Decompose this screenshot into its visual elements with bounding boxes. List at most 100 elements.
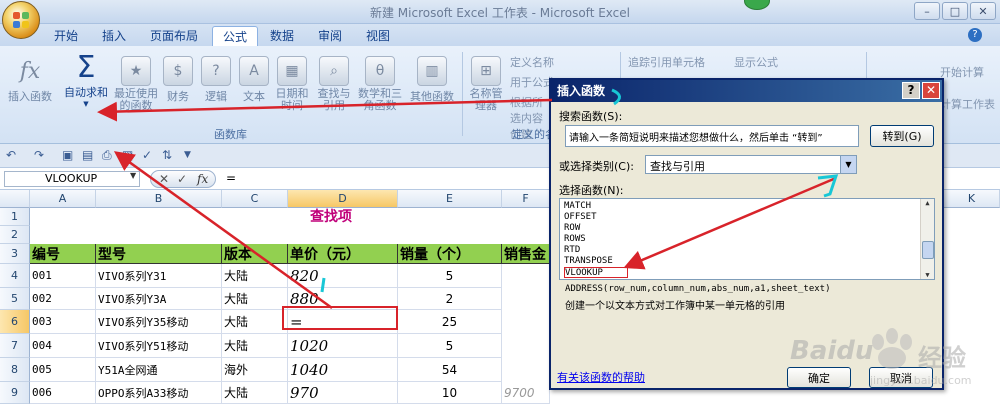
search-function-input[interactable]: 请输入一条简短说明来描述您想做什么，然后单击 “转到” bbox=[565, 125, 859, 147]
cell-model[interactable]: Y51A全网通 bbox=[96, 358, 222, 382]
column-header-k[interactable]: K bbox=[944, 190, 1000, 208]
logical-button[interactable]: ? 逻辑 bbox=[200, 56, 232, 104]
scroll-down-icon[interactable]: ▼ bbox=[921, 271, 934, 279]
spelling-icon[interactable]: ✓ bbox=[142, 148, 152, 162]
calculate-now-button[interactable]: 开始计算 bbox=[940, 64, 984, 80]
function-list[interactable]: MATCH OFFSET ROW ROWS RTD TRANSPOSE VLOO… bbox=[559, 198, 935, 280]
cell-version[interactable]: 大陆 bbox=[222, 264, 288, 288]
row-header-7[interactable]: 7 bbox=[0, 334, 30, 358]
cell-model[interactable]: VIVO系列Y3A bbox=[96, 288, 222, 310]
cell-id[interactable]: 003 bbox=[30, 310, 96, 334]
function-help-link[interactable]: 有关该函数的帮助 bbox=[557, 369, 645, 385]
row-header-6[interactable]: 6 bbox=[0, 310, 30, 334]
cell-id[interactable]: 002 bbox=[30, 288, 96, 310]
row-header-5[interactable]: 5 bbox=[0, 288, 30, 310]
function-item-transpose[interactable]: TRANSPOSE bbox=[564, 256, 930, 267]
lookup-button[interactable]: ⌕ 查找与引用 bbox=[314, 56, 354, 112]
cell-price[interactable]: 820 bbox=[288, 264, 398, 288]
dialog-help-button[interactable]: ? bbox=[902, 82, 920, 99]
function-item-match[interactable]: MATCH bbox=[564, 201, 930, 212]
column-header-b[interactable]: B bbox=[96, 190, 222, 208]
row-header-9[interactable]: 9 bbox=[0, 382, 30, 404]
define-name-button[interactable]: 定义名称 bbox=[510, 54, 554, 70]
trace-precedents-button[interactable]: 追踪引用单元格 bbox=[628, 54, 705, 70]
row-header-4[interactable]: 4 bbox=[0, 264, 30, 288]
cell-version[interactable]: 海外 bbox=[222, 358, 288, 382]
cell-version[interactable]: 大陆 bbox=[222, 334, 288, 358]
function-item-offset[interactable]: OFFSET bbox=[564, 212, 930, 223]
row-header-2[interactable]: 2 bbox=[0, 226, 30, 244]
print-icon[interactable]: ⎙ bbox=[102, 148, 112, 163]
cell-price[interactable]: 1020 bbox=[288, 334, 398, 358]
tab-review[interactable]: 审阅 bbox=[308, 26, 352, 46]
cell-id[interactable]: 004 bbox=[30, 334, 96, 358]
recent-functions-button[interactable]: ★ 最近使用的函数 bbox=[112, 56, 160, 112]
open-icon[interactable]: ▤ bbox=[82, 148, 93, 162]
column-header-c[interactable]: C bbox=[222, 190, 288, 208]
preview-icon[interactable]: ▧ bbox=[122, 148, 133, 162]
help-icon[interactable]: ? bbox=[968, 28, 982, 42]
office-button[interactable] bbox=[2, 1, 40, 39]
cell-price[interactable]: 970 bbox=[288, 382, 398, 404]
cancel-formula-icon[interactable]: ✕ bbox=[159, 172, 169, 186]
datetime-button[interactable]: ▦ 日期和时间 bbox=[272, 56, 312, 112]
function-list-scrollbar[interactable]: ▲ ▼ bbox=[920, 199, 934, 279]
financial-button[interactable]: $ 财务 bbox=[162, 56, 194, 104]
scroll-up-icon[interactable]: ▲ bbox=[921, 199, 934, 207]
use-in-formula-button[interactable]: 用于公式 bbox=[510, 74, 554, 90]
tab-data[interactable]: 数据 bbox=[260, 26, 304, 46]
tab-home[interactable]: 开始 bbox=[44, 26, 88, 46]
partial-sales-cell[interactable]: 9700 bbox=[502, 382, 550, 404]
function-item-vlookup[interactable]: VLOOKUP bbox=[564, 267, 628, 278]
header-cell-price[interactable]: 单价（元） bbox=[288, 244, 398, 264]
cell-quantity[interactable]: 2 bbox=[398, 288, 502, 310]
cell-version[interactable]: 大陆 bbox=[222, 310, 288, 334]
column-header-d[interactable]: D bbox=[288, 190, 398, 208]
tab-formulas[interactable]: 公式 bbox=[212, 26, 259, 46]
name-manager-button[interactable]: ⊞ 名称管理器 bbox=[466, 56, 506, 112]
name-box[interactable]: VLOOKUP bbox=[4, 171, 140, 187]
show-formulas-button[interactable]: 显示公式 bbox=[734, 54, 778, 70]
tab-view[interactable]: 视图 bbox=[356, 26, 400, 46]
cell-quantity[interactable]: 10 bbox=[398, 382, 502, 404]
function-item-rtd[interactable]: RTD bbox=[564, 245, 930, 256]
save-icon[interactable]: ▣ bbox=[62, 148, 73, 162]
name-box-dropdown-icon[interactable]: ▼ bbox=[130, 171, 136, 180]
cell-id[interactable]: 001 bbox=[30, 264, 96, 288]
header-cell-version[interactable]: 版本 bbox=[222, 244, 288, 264]
minimize-button[interactable]: – bbox=[914, 2, 940, 20]
row-header-1[interactable]: 1 bbox=[0, 208, 30, 226]
row-header-3[interactable]: 3 bbox=[0, 244, 30, 264]
sheet-title-cell[interactable]: 查找项 bbox=[186, 208, 476, 226]
go-button[interactable]: 转到(G) bbox=[870, 125, 934, 147]
category-dropdown-icon[interactable]: ▼ bbox=[840, 156, 856, 173]
tab-page-layout[interactable]: 页面布局 bbox=[140, 26, 208, 46]
cell-version[interactable]: 大陆 bbox=[222, 382, 288, 404]
cell-model[interactable]: VIVO系列Y35移动 bbox=[96, 310, 222, 334]
category-select[interactable]: 查找与引用 ▼ bbox=[645, 155, 857, 174]
header-cell-quantity[interactable]: 销量（个） bbox=[398, 244, 502, 264]
cell-id[interactable]: 006 bbox=[30, 382, 96, 404]
cell-version[interactable]: 大陆 bbox=[222, 288, 288, 310]
select-all-corner[interactable] bbox=[0, 190, 30, 208]
cell-quantity[interactable]: 54 bbox=[398, 358, 502, 382]
cell-model[interactable]: OPPO系列A33移动 bbox=[96, 382, 222, 404]
row-header-8[interactable]: 8 bbox=[0, 358, 30, 382]
scroll-thumb[interactable] bbox=[922, 241, 934, 259]
other-functions-button[interactable]: ▥ 其他函数 bbox=[406, 56, 458, 104]
customize-toolbar-icon[interactable]: ▼ bbox=[184, 150, 191, 160]
cell-model[interactable]: VIVO系列Y51移动 bbox=[96, 334, 222, 358]
cell-quantity[interactable]: 5 bbox=[398, 334, 502, 358]
sort-icon[interactable]: ⇅ bbox=[162, 148, 172, 162]
autosum-button[interactable]: Σ 自动求和 ▼ bbox=[60, 50, 112, 109]
math-button[interactable]: θ 数学和三角函数 bbox=[356, 56, 404, 112]
function-item-row[interactable]: ROW bbox=[564, 223, 930, 234]
header-cell-id[interactable]: 编号 bbox=[30, 244, 96, 264]
undo-icon[interactable]: ↶ bbox=[6, 148, 16, 162]
cell-quantity[interactable]: 25 bbox=[398, 310, 502, 334]
restore-button[interactable]: □ bbox=[942, 2, 968, 20]
column-header-a[interactable]: A bbox=[30, 190, 96, 208]
column-header-f[interactable]: F bbox=[502, 190, 550, 208]
calculate-sheet-button[interactable]: 计算工作表 bbox=[940, 96, 995, 112]
header-cell-sales[interactable]: 销售金 bbox=[502, 244, 550, 264]
